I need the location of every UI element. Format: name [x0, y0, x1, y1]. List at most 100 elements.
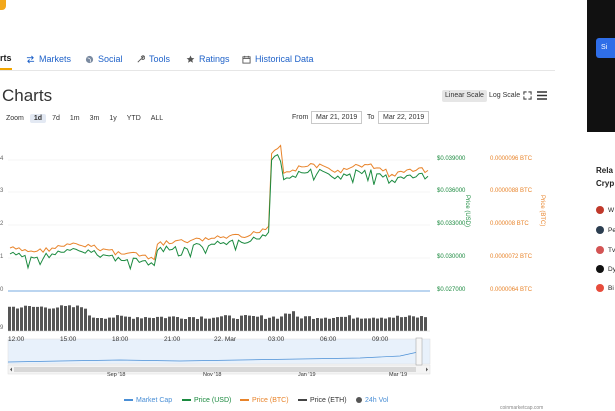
tab-label: rts	[0, 53, 12, 63]
volume-bar	[348, 315, 351, 331]
related-coin-item[interactable]: Dy	[596, 265, 615, 273]
volume-bar	[288, 313, 291, 331]
gridlines	[8, 159, 430, 259]
volume-bar	[160, 316, 163, 331]
volume-bar	[272, 316, 275, 331]
legend-label: Price (ETH)	[310, 396, 347, 404]
legend-price-eth[interactable]: Price (ETH)	[298, 395, 347, 405]
navigator-handle[interactable]	[415, 337, 423, 366]
volume-bar	[80, 307, 83, 331]
price-usd-series	[9, 154, 429, 271]
tab-ratings[interactable]: Ratings	[186, 48, 230, 70]
btc-axis-tick: 0.0000088 BTC	[490, 188, 533, 194]
volume-bar	[100, 318, 103, 331]
coin-bi-icon	[596, 284, 604, 292]
volume-bar	[36, 306, 39, 331]
left-axis-tick: 2	[0, 221, 4, 227]
coin-w-icon	[596, 206, 604, 214]
legend-swatch	[356, 397, 362, 403]
volume-bar	[424, 317, 427, 331]
volume-bar	[372, 317, 375, 331]
volume-bar	[152, 318, 155, 331]
calendar-icon	[242, 55, 251, 64]
volume-bar	[412, 316, 415, 331]
zoom-1y-button[interactable]: 1y	[105, 114, 120, 123]
tab-markets[interactable]: Markets	[26, 48, 71, 70]
volume-bar	[328, 318, 331, 331]
related-coin-item[interactable]: Bi	[596, 284, 614, 292]
tab-label: Tools	[149, 54, 171, 64]
volume-bar	[168, 316, 171, 331]
volume-bar	[420, 316, 423, 331]
to-date-input[interactable]: Mar 22, 2019	[378, 111, 430, 124]
tab-label: Social	[98, 54, 123, 64]
zoom-7d-button[interactable]: 7d	[48, 114, 64, 123]
tab-label: Markets	[39, 54, 72, 64]
volume-bar	[384, 318, 387, 331]
related-coin-item[interactable]: W	[596, 206, 614, 214]
volume-bar	[276, 318, 279, 331]
volume-bar	[380, 317, 383, 331]
to-label: To	[367, 114, 375, 121]
volume-bar	[96, 318, 99, 331]
legend-market-cap[interactable]: Market Cap	[124, 395, 172, 405]
volume-bar	[252, 315, 255, 331]
volume-bar	[264, 318, 267, 331]
coin-label: Pe	[608, 226, 615, 234]
brand-strip	[0, 0, 6, 10]
arrows-exchange-icon	[26, 55, 35, 63]
linear-scale-button[interactable]: Linear Scale	[442, 90, 487, 102]
legend-swatch	[240, 399, 249, 401]
x-axis-tick: 18:00	[112, 336, 129, 343]
volume-bar	[236, 318, 239, 331]
volume-bar	[176, 317, 179, 331]
volume-bar	[48, 308, 51, 331]
volume-bar	[16, 308, 19, 331]
log-scale-button[interactable]: Log Scale	[486, 90, 523, 102]
volume-bar	[260, 315, 263, 331]
x-axis-tick: 03:00	[268, 336, 285, 343]
volume-bar	[416, 317, 419, 331]
zoom-1m-button[interactable]: 1m	[66, 114, 84, 123]
zoom-1d-button[interactable]: 1d	[29, 113, 47, 123]
related-coin-item[interactable]: Pe	[596, 226, 615, 234]
legend-price-usd[interactable]: Price (USD)	[182, 395, 231, 405]
menu-icon[interactable]	[537, 91, 547, 100]
volume-bar	[356, 317, 359, 331]
volume-bar	[312, 318, 315, 331]
volume-bar	[232, 318, 235, 331]
coin-label: Dy	[608, 265, 615, 273]
zoom-all-button[interactable]: ALL	[147, 114, 167, 123]
fullscreen-icon[interactable]	[523, 91, 532, 100]
volume-bar	[124, 316, 127, 331]
tab-charts[interactable]: rts	[0, 48, 12, 70]
related-coin-item[interactable]: Tv	[596, 246, 615, 254]
legend-24h-vol[interactable]: 24h Vol	[356, 395, 388, 405]
volume-bar	[296, 316, 299, 331]
zoom-3m-button[interactable]: 3m	[86, 114, 104, 123]
zoom-controls: Zoom 1d 7d 1m 3m 1y YTD ALL	[6, 112, 169, 124]
volume-bar	[144, 317, 147, 331]
tab-tools[interactable]: Tools	[136, 48, 170, 70]
zoom-ytd-button[interactable]: YTD	[123, 114, 145, 123]
wrench-icon	[137, 54, 145, 63]
tab-social[interactable]: Social	[85, 48, 123, 70]
zoom-label: Zoom	[6, 114, 24, 122]
from-date-input[interactable]: Mar 21, 2019	[311, 111, 363, 124]
coin-dy-icon	[596, 265, 604, 273]
legend-price-btc[interactable]: Price (BTC)	[240, 395, 289, 405]
btc-axis-tick: 0.0000064 BTC	[490, 287, 533, 293]
volume-bar	[116, 315, 119, 331]
legend-label: 24h Vol	[365, 396, 389, 404]
usd-axis-tick: $0.039000	[437, 156, 466, 162]
tab-historical-data[interactable]: Historical Data	[242, 48, 314, 70]
volume-bar	[24, 305, 27, 331]
signup-button[interactable]: Si	[596, 38, 615, 58]
volume-bar	[88, 315, 91, 331]
volume-bar	[92, 317, 95, 331]
legend-label: Market Cap	[136, 396, 173, 404]
volume-bar	[180, 318, 183, 331]
navigator-tick: Sep '18	[107, 372, 126, 378]
volume-bar	[140, 318, 143, 331]
volume-bar	[240, 315, 243, 331]
